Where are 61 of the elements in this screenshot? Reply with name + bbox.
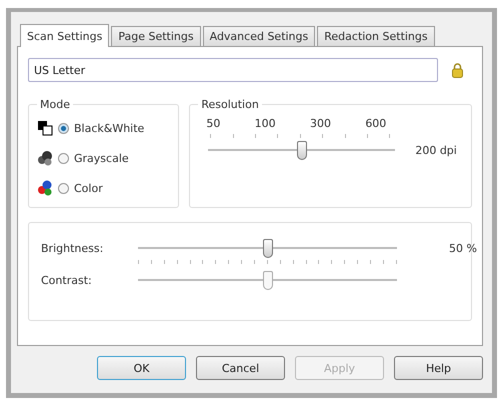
tick-mark	[150, 260, 152, 264]
radio-label: Black&White	[74, 122, 144, 134]
group-title: Mode	[39, 98, 71, 111]
tick-mark	[300, 134, 301, 138]
tick-mark	[396, 260, 397, 264]
slider-thumb[interactable]	[296, 141, 307, 160]
overlapping-squares-icon	[37, 120, 53, 136]
tick-mark	[306, 260, 307, 264]
tab[interactable]: Redaction Settings	[317, 26, 435, 46]
radio-label: Grayscale	[74, 152, 129, 164]
slider-reading: 200 dpi	[415, 144, 457, 157]
tick-mark	[322, 134, 324, 138]
tick-mark	[366, 134, 368, 138]
lock-icon	[452, 62, 463, 78]
color-balls-icon	[37, 180, 53, 196]
tab[interactable]: Scan Settings	[20, 24, 110, 47]
tick-mark	[318, 260, 320, 264]
slider-label: Contrast:	[41, 274, 93, 287]
tick-mark	[277, 134, 278, 138]
tick-mark	[215, 260, 216, 264]
tick-mark	[228, 260, 230, 264]
tick-mark	[331, 260, 332, 264]
dialog-button[interactable]: Cancel	[196, 356, 285, 380]
tick-mark	[138, 260, 139, 264]
tick-mark	[202, 260, 204, 264]
group-title: Resolution	[200, 98, 260, 111]
tick-mark	[370, 260, 372, 264]
tick-mark	[241, 260, 242, 264]
tick-mark	[344, 134, 346, 138]
tick-mark	[210, 134, 212, 138]
tick-mark	[190, 260, 191, 264]
tick-mark	[232, 134, 234, 138]
tick-mark	[164, 260, 165, 264]
tick-mark	[254, 260, 256, 264]
tick-mark	[255, 134, 256, 138]
tick-label: 600	[365, 117, 386, 130]
tab[interactable]: Advanced Setings	[202, 26, 316, 46]
slider-reading: 50 %	[449, 242, 477, 255]
radio-button[interactable]	[58, 122, 69, 134]
tick-mark	[176, 260, 178, 264]
tick-mark	[280, 260, 281, 264]
tick-mark	[292, 260, 294, 264]
dialog-button[interactable]: Help	[394, 356, 483, 380]
tick-label: 100	[254, 117, 276, 130]
tick-mark	[266, 260, 268, 264]
tick-label: 300	[310, 117, 331, 130]
grayscale-icon	[37, 150, 53, 166]
tick-label: 50	[206, 117, 220, 130]
radio-label: Color	[74, 182, 103, 194]
dialog-button[interactable]: OK	[97, 356, 186, 380]
tick-mark	[382, 260, 384, 264]
radio-button[interactable]	[58, 182, 69, 194]
tick-mark	[357, 260, 358, 264]
tick-mark	[389, 134, 390, 138]
tick-mark	[344, 260, 346, 264]
radio-button[interactable]	[58, 152, 69, 164]
tab[interactable]: Page Settings	[111, 26, 201, 46]
slider-label: Brightness:	[41, 242, 104, 255]
slider-thumb[interactable]	[262, 239, 272, 258]
paper-size-field[interactable]: US Letter	[28, 58, 438, 82]
slider-thumb[interactable]	[262, 271, 272, 290]
